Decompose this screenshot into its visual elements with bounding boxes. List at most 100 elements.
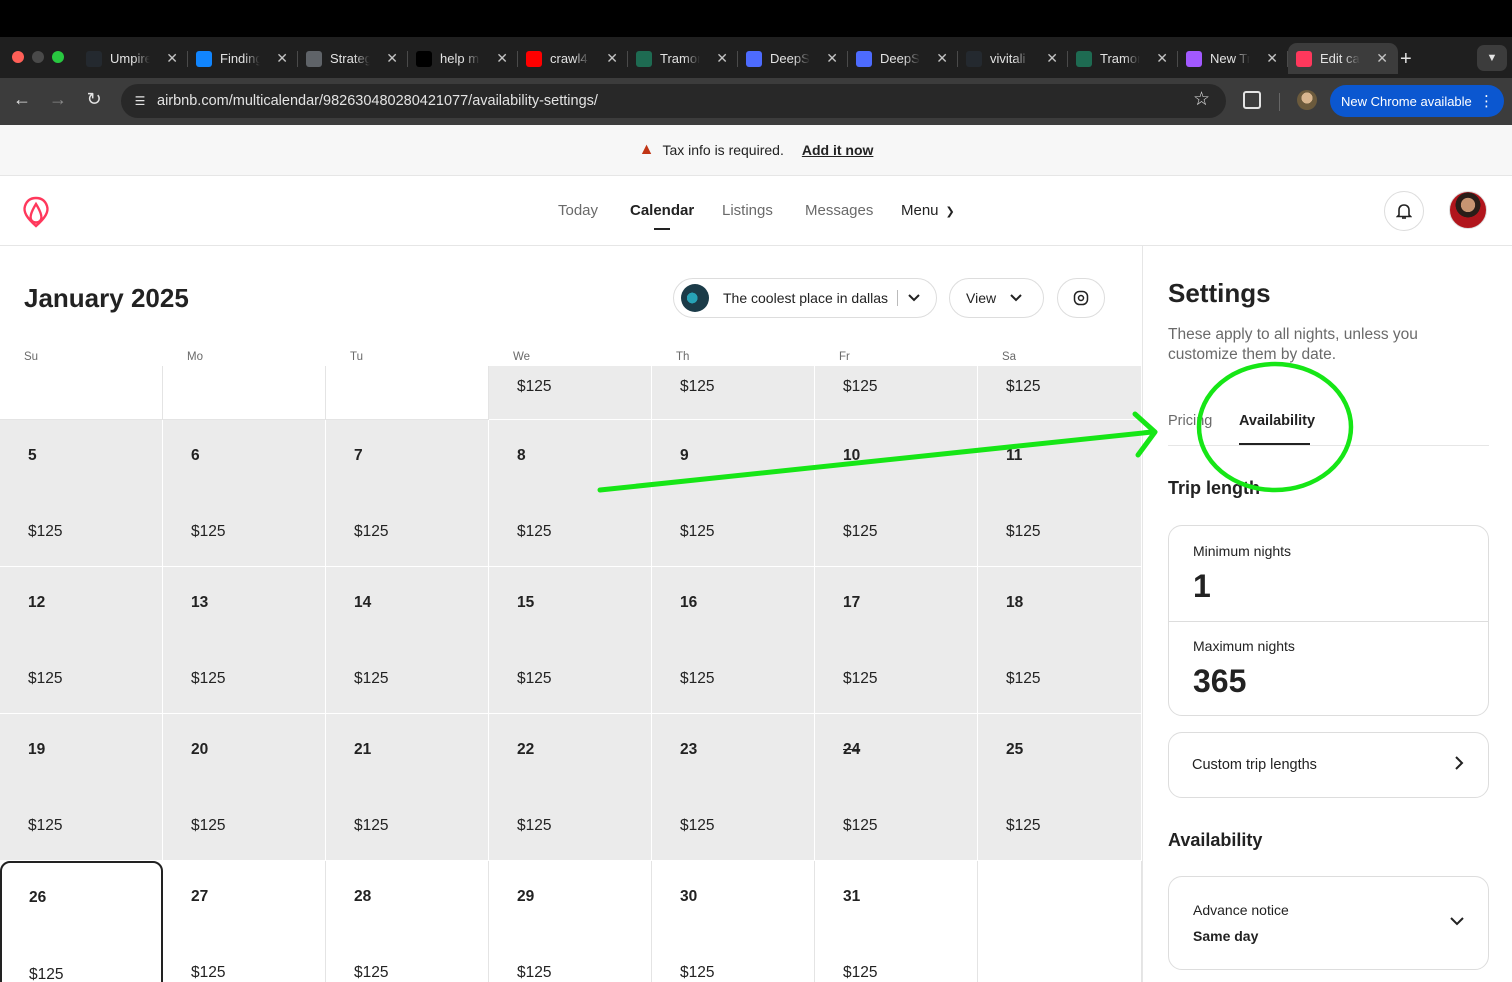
day-number: 13 bbox=[191, 594, 209, 611]
close-tab-icon[interactable]: ✕ bbox=[716, 50, 728, 67]
nav-messages[interactable]: Messages bbox=[805, 202, 873, 219]
minimum-nights-value[interactable]: 1 bbox=[1193, 568, 1211, 605]
calendar-day-19[interactable]: 19 $125 bbox=[0, 714, 163, 861]
chevron-right-icon bbox=[1455, 756, 1464, 770]
calendar-day-20[interactable]: 20 $125 bbox=[163, 714, 326, 861]
airbnb-logo-icon[interactable] bbox=[21, 196, 51, 228]
tab-pricing[interactable]: Pricing bbox=[1168, 413, 1212, 429]
back-icon[interactable]: ← bbox=[10, 89, 34, 110]
calendar-day-26[interactable]: 26 $125 bbox=[0, 861, 163, 982]
calendar-day-6[interactable]: 6 $125 bbox=[163, 420, 326, 567]
calendar-day-10[interactable]: 10 $125 bbox=[815, 420, 978, 567]
calendar-day-13[interactable]: 13 $125 bbox=[163, 567, 326, 714]
site-settings-icon[interactable]: ☰ bbox=[129, 91, 151, 111]
calendar-day-2[interactable]: $125 bbox=[652, 366, 815, 420]
browser-tab[interactable]: vivitali ✕ bbox=[958, 43, 1068, 74]
calendar-day-5[interactable]: 5 $125 bbox=[0, 420, 163, 567]
calendar-day-16[interactable]: 16 $125 bbox=[652, 567, 815, 714]
listing-selector[interactable]: The coolest place in dallas bbox=[673, 278, 937, 318]
address-bar[interactable]: ☰ airbnb.com/multicalendar/9826304802804… bbox=[121, 84, 1226, 118]
calendar-day-9[interactable]: 9 $125 bbox=[652, 420, 815, 567]
calendar-day-1[interactable]: $125 bbox=[489, 366, 652, 420]
view-selector[interactable]: View bbox=[949, 278, 1044, 318]
calendar-day-24[interactable]: 24 $125 bbox=[815, 714, 978, 861]
weekday-label: Sa bbox=[1002, 351, 1017, 363]
calendar-day-22[interactable]: 22 $125 bbox=[489, 714, 652, 861]
browser-tab[interactable]: help m ✕ bbox=[408, 43, 518, 74]
tab-availability[interactable]: Availability bbox=[1239, 413, 1315, 429]
view-label: View bbox=[966, 290, 997, 306]
calendar-day-12[interactable]: 12 $125 bbox=[0, 567, 163, 714]
calendar-day-25[interactable]: 25 $125 bbox=[978, 714, 1142, 861]
calendar-day-23[interactable]: 23 $125 bbox=[652, 714, 815, 861]
calendar-day-8[interactable]: 8 $125 bbox=[489, 420, 652, 567]
fullscreen-window-icon[interactable] bbox=[52, 51, 64, 63]
chrome-profile-avatar[interactable] bbox=[1297, 90, 1317, 110]
close-tab-icon[interactable]: ✕ bbox=[386, 50, 398, 67]
calendar-settings-button[interactable] bbox=[1057, 278, 1105, 318]
calendar-day-7[interactable]: 7 $125 bbox=[326, 420, 489, 567]
calendar-day-31[interactable]: 31 $125 bbox=[815, 861, 978, 982]
bookmark-star-icon[interactable]: ☆ bbox=[1193, 88, 1210, 111]
browser-tab[interactable]: Strateg ✕ bbox=[298, 43, 408, 74]
calendar-day-4[interactable]: $125 bbox=[978, 366, 1142, 420]
close-tab-icon[interactable]: ✕ bbox=[936, 50, 948, 67]
day-number: 12 bbox=[28, 594, 46, 611]
calendar-day-21[interactable]: 21 $125 bbox=[326, 714, 489, 861]
calendar-day-11[interactable]: 11 $125 bbox=[978, 420, 1142, 567]
close-tab-icon[interactable]: ✕ bbox=[826, 50, 838, 67]
calendar-day-14[interactable]: 14 $125 bbox=[326, 567, 489, 714]
close-tab-icon[interactable]: ✕ bbox=[606, 50, 618, 67]
calendar-day-28[interactable]: 28 $125 bbox=[326, 861, 489, 982]
browser-tab[interactable]: Tramon ✕ bbox=[628, 43, 738, 74]
extensions-icon[interactable] bbox=[1243, 91, 1261, 109]
close-tab-icon[interactable]: ✕ bbox=[166, 50, 178, 67]
calendar-day-18[interactable]: 18 $125 bbox=[978, 567, 1142, 714]
calendar-day-3[interactable]: $125 bbox=[815, 366, 978, 420]
tab-search-icon[interactable]: ▼ bbox=[1477, 45, 1507, 71]
advance-notice-select[interactable]: Advance notice Same day bbox=[1168, 876, 1489, 970]
close-tab-icon[interactable]: ✕ bbox=[1376, 50, 1388, 67]
day-number: 23 bbox=[680, 741, 698, 758]
browser-tab[interactable]: Edit ca ✕ bbox=[1288, 43, 1398, 74]
new-chrome-available-button[interactable]: New Chrome available ⋮ bbox=[1330, 85, 1504, 117]
night-price: $125 bbox=[354, 817, 389, 834]
browser-tab[interactable]: DeepS ✕ bbox=[848, 43, 958, 74]
close-window-icon[interactable] bbox=[12, 51, 24, 63]
browser-tab[interactable]: crawl4 ✕ bbox=[518, 43, 628, 74]
browser-tab[interactable]: New Tr ✕ bbox=[1178, 43, 1288, 74]
calendar-day-15[interactable]: 15 $125 bbox=[489, 567, 652, 714]
custom-trip-lengths-button[interactable]: Custom trip lengths bbox=[1168, 732, 1489, 798]
minimize-window-icon[interactable] bbox=[32, 51, 44, 63]
user-avatar[interactable] bbox=[1449, 191, 1487, 229]
calendar-day-29[interactable]: 29 $125 bbox=[489, 861, 652, 982]
tab-title: Tramon bbox=[660, 51, 700, 66]
nav-listings[interactable]: Listings bbox=[722, 202, 773, 219]
calendar-day-27[interactable]: 27 $125 bbox=[163, 861, 326, 982]
settings-subtitle: These apply to all nights, unless you cu… bbox=[1168, 326, 1418, 363]
calendar-day-17[interactable]: 17 $125 bbox=[815, 567, 978, 714]
notifications-button[interactable] bbox=[1384, 191, 1424, 231]
browser-tab[interactable]: DeepS ✕ bbox=[738, 43, 848, 74]
nav-today[interactable]: Today bbox=[558, 202, 598, 219]
maximum-nights-value[interactable]: 365 bbox=[1193, 663, 1246, 700]
browser-tab[interactable]: Finding ✕ bbox=[188, 43, 298, 74]
forward-icon[interactable]: → bbox=[46, 89, 70, 110]
add-it-now-link[interactable]: Add it now bbox=[802, 142, 874, 158]
close-tab-icon[interactable]: ✕ bbox=[496, 50, 508, 67]
close-tab-icon[interactable]: ✕ bbox=[276, 50, 288, 67]
close-tab-icon[interactable]: ✕ bbox=[1266, 50, 1278, 67]
nav-menu[interactable]: Menu ❯ bbox=[901, 202, 955, 219]
new-tab-icon[interactable]: + bbox=[1400, 48, 1412, 71]
nav-calendar[interactable]: Calendar bbox=[630, 202, 694, 230]
close-tab-icon[interactable]: ✕ bbox=[1046, 50, 1058, 67]
browser-tab[interactable]: Tramon ✕ bbox=[1068, 43, 1178, 74]
reload-icon[interactable]: ↻ bbox=[82, 89, 106, 110]
advance-notice-label: Advance notice bbox=[1193, 902, 1289, 918]
url-text[interactable]: airbnb.com/multicalendar/982630480280421… bbox=[157, 93, 598, 109]
calendar-day-30[interactable]: 30 $125 bbox=[652, 861, 815, 982]
browser-tab[interactable]: Umpire ✕ bbox=[78, 43, 188, 74]
night-price: $125 bbox=[517, 670, 552, 687]
day-number: 26 bbox=[29, 889, 47, 906]
close-tab-icon[interactable]: ✕ bbox=[1156, 50, 1168, 67]
